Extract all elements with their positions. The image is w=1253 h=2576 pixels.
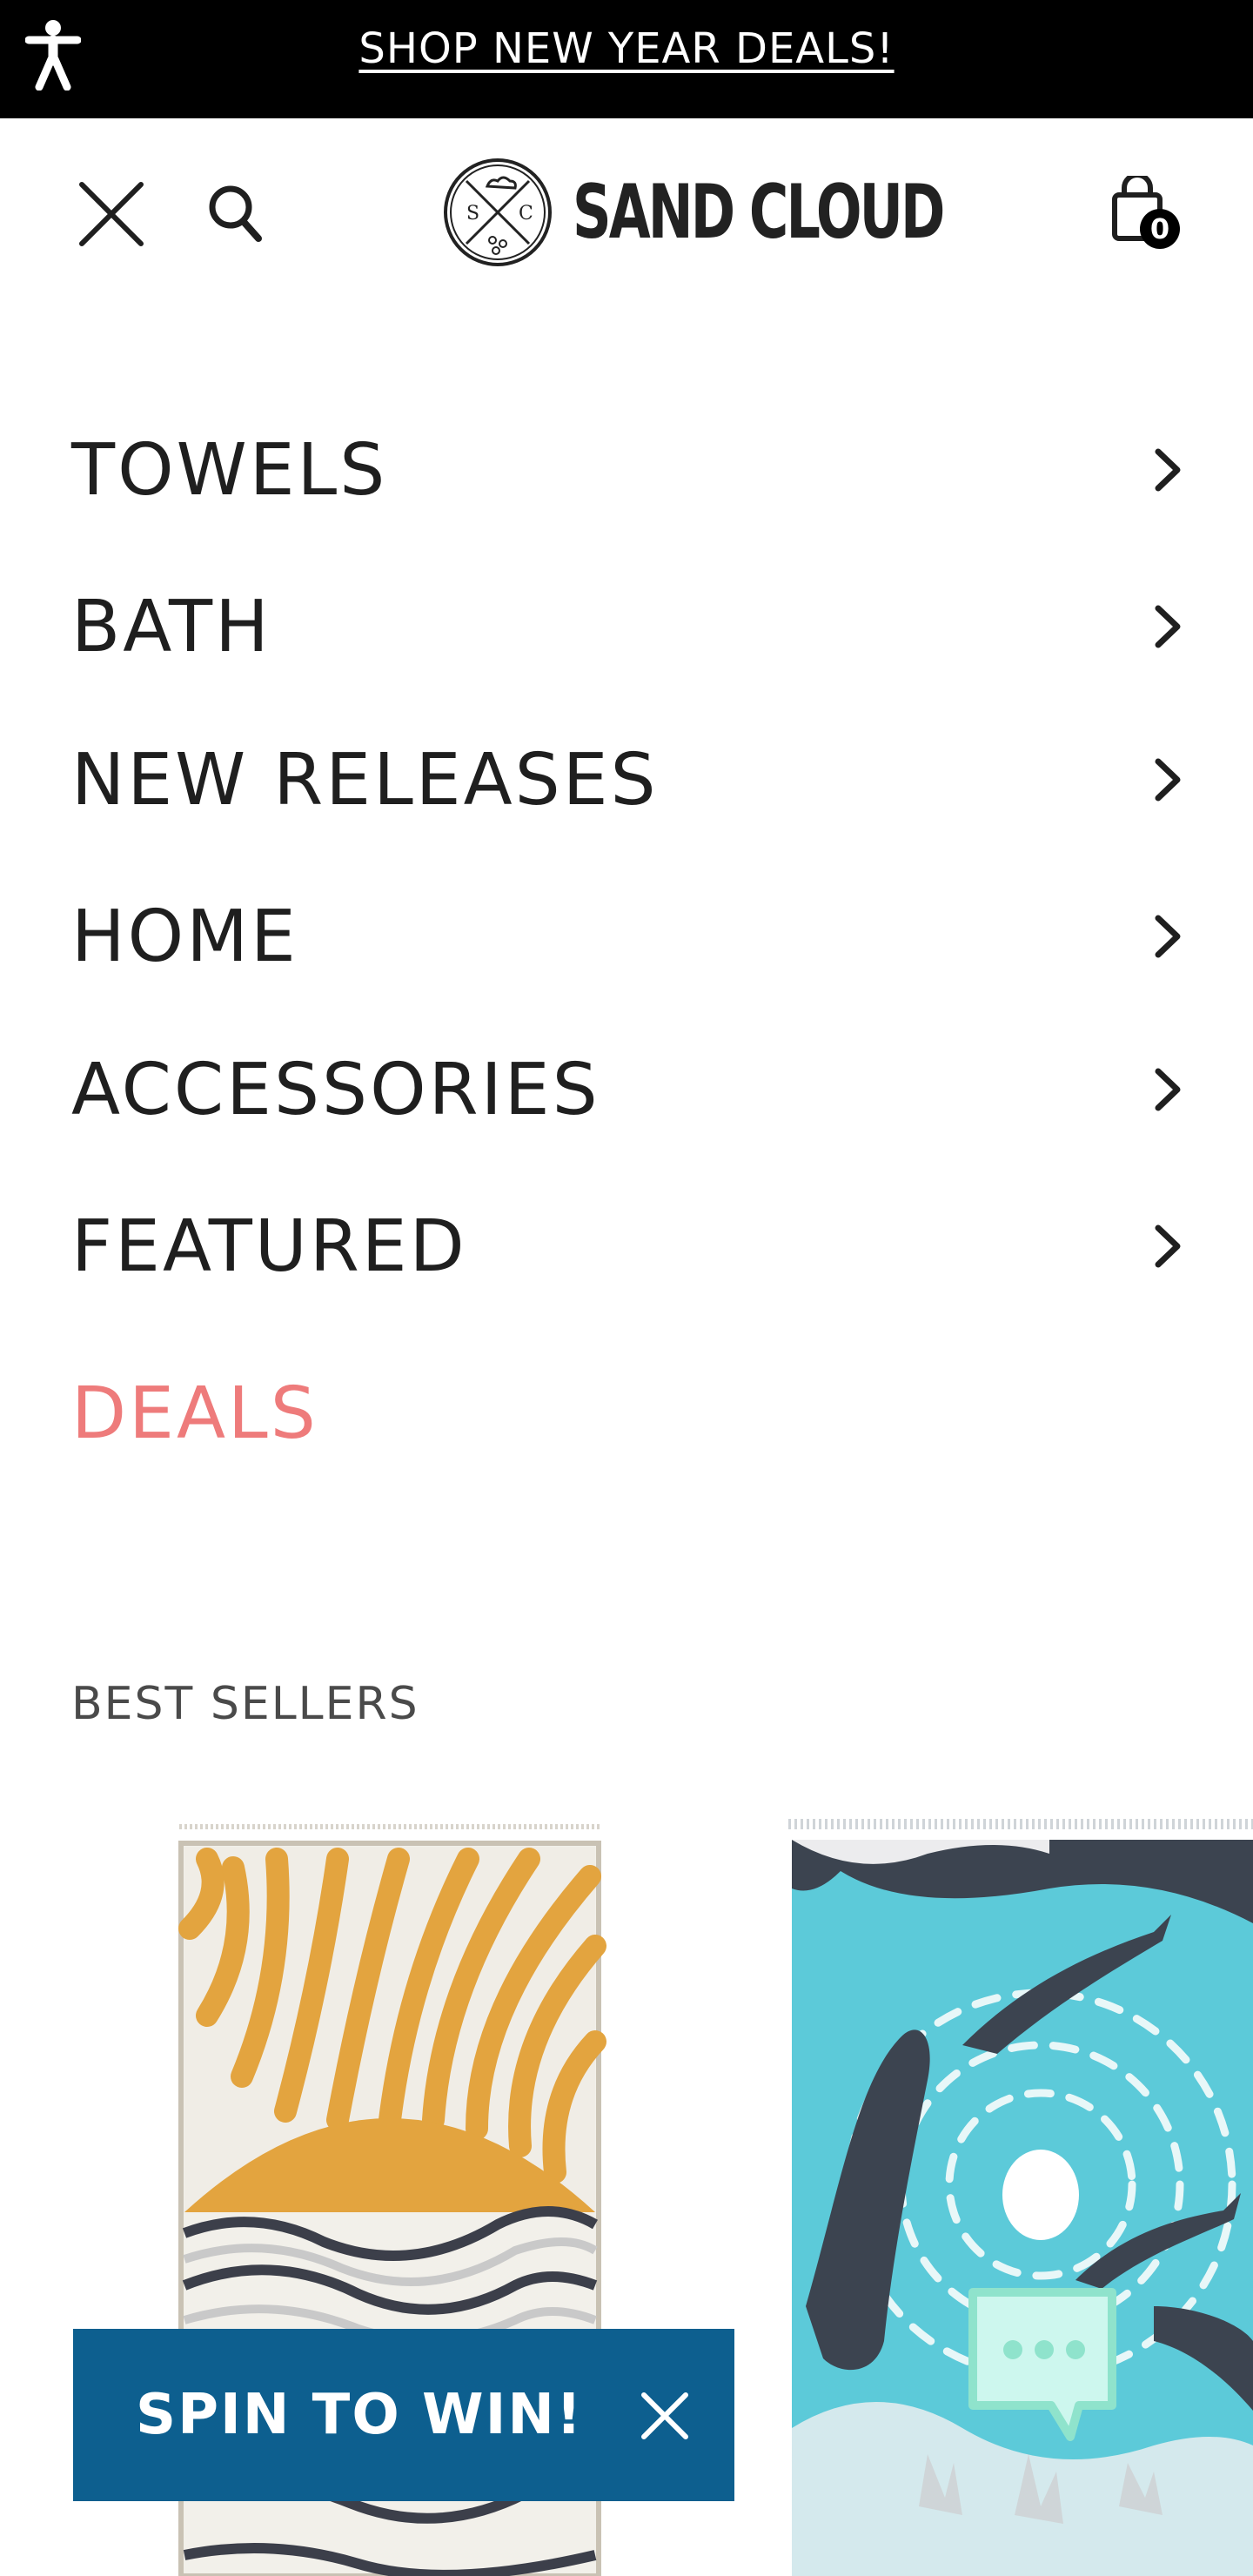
search-icon bbox=[209, 185, 262, 242]
cart-count-badge: 0 bbox=[1140, 209, 1180, 249]
chat-button[interactable] bbox=[961, 2280, 1126, 2445]
menu-item-new-releases[interactable]: NEW RELEASES bbox=[71, 728, 1185, 832]
svg-text:S: S bbox=[466, 203, 479, 225]
close-icon bbox=[79, 182, 144, 246]
menu-item-label: ACCESSORIES bbox=[71, 1048, 600, 1131]
shark-towel-image bbox=[788, 1819, 1253, 2576]
search-button[interactable] bbox=[200, 174, 270, 252]
menu-item-featured[interactable]: FEATURED bbox=[71, 1194, 1185, 1298]
menu-item-label: TOWELS bbox=[71, 428, 388, 512]
close-menu-button[interactable] bbox=[71, 174, 151, 254]
menu-item-towels[interactable]: TOWELS bbox=[71, 418, 1185, 522]
menu-item-deals[interactable]: DEALS bbox=[71, 1361, 1185, 1466]
chevron-right-icon bbox=[1150, 600, 1185, 653]
best-sellers-heading: BEST SELLERS bbox=[71, 1678, 419, 1730]
menu-item-home[interactable]: HOME bbox=[71, 884, 1185, 989]
menu-item-label: HOME bbox=[71, 895, 298, 978]
chevron-right-icon bbox=[1150, 910, 1185, 963]
logo-text: SAND CLOUD bbox=[573, 169, 945, 256]
menu-item-label: NEW RELEASES bbox=[71, 738, 659, 822]
chevron-right-icon bbox=[1150, 444, 1185, 496]
menu-item-label: FEATURED bbox=[71, 1204, 467, 1288]
chevron-right-icon bbox=[1150, 754, 1185, 806]
menu-item-label: BATH bbox=[71, 585, 271, 668]
menu-item-accessories[interactable]: ACCESSORIES bbox=[71, 1037, 1185, 1142]
banner-deals-link[interactable]: SHOP NEW YEAR DEALS! bbox=[0, 24, 1253, 73]
chevron-right-icon bbox=[1150, 1063, 1185, 1116]
chevron-right-icon bbox=[1150, 1220, 1185, 1272]
svg-text:C: C bbox=[519, 203, 533, 225]
logo-emblem-icon: S C bbox=[444, 158, 552, 266]
menu-item-bath[interactable]: BATH bbox=[71, 574, 1185, 679]
close-icon[interactable] bbox=[630, 2381, 700, 2451]
product-card-shark-towel[interactable] bbox=[788, 1819, 1253, 2576]
site-logo[interactable]: S C SAND CLOUD bbox=[442, 153, 1087, 272]
spin-to-win-banner[interactable]: SPIN TO WIN! bbox=[73, 2329, 734, 2501]
menu-item-label: DEALS bbox=[71, 1372, 318, 1455]
chat-icon bbox=[968, 2288, 1116, 2441]
spin-to-win-label: SPIN TO WIN! bbox=[136, 2383, 584, 2447]
announcement-banner: SHOP NEW YEAR DEALS! bbox=[0, 0, 1253, 118]
cart-button[interactable]: 0 bbox=[1105, 171, 1183, 254]
